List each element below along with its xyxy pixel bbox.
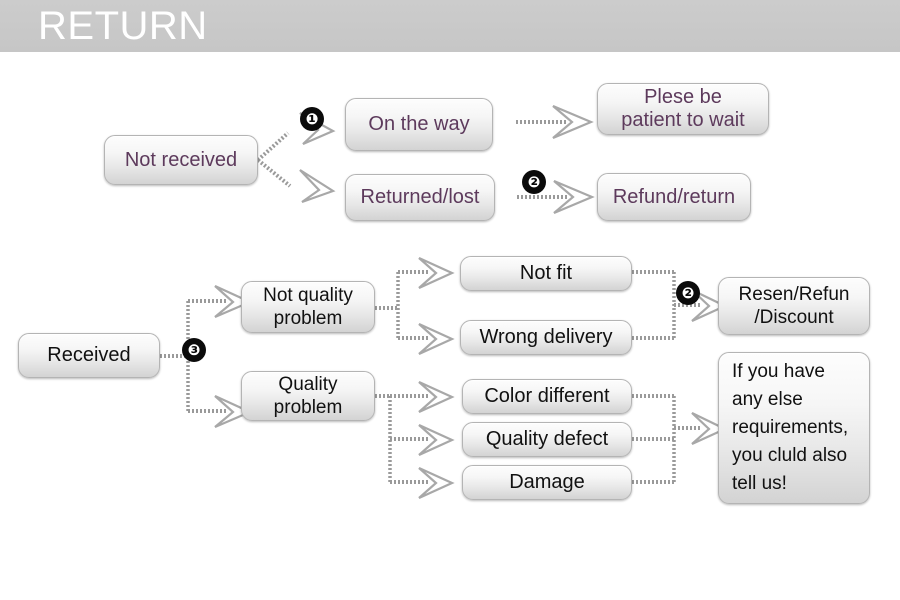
arrowhead-icon: [418, 256, 455, 290]
node-returned-lost[interactable]: Returned/lost: [345, 174, 495, 221]
connector-received-split: [160, 284, 253, 429]
step-badge-1: ❶: [300, 107, 324, 131]
arrowhead-icon: [418, 322, 455, 356]
node-quality-defect[interactable]: Quality defect: [462, 422, 632, 457]
node-refund-return[interactable]: Refund/return: [597, 173, 751, 221]
node-not-received[interactable]: Not received: [104, 135, 258, 185]
node-not-quality-problem[interactable]: Not quality problem: [241, 281, 375, 333]
node-damage[interactable]: Damage: [462, 465, 632, 500]
arrowhead-icon: [418, 380, 455, 414]
arrowhead-icon: [299, 169, 336, 204]
arrowhead-icon: [418, 466, 455, 500]
connector-quality-split: [375, 380, 455, 500]
node-received[interactable]: Received: [18, 333, 160, 378]
step-badge-3: ❸: [182, 338, 206, 362]
node-please-wait[interactable]: Plese be patient to wait: [597, 83, 769, 135]
header-bar: RETURN: [0, 0, 900, 52]
page-title: RETURN: [38, 4, 208, 48]
connector-merge-to-resend: [632, 270, 728, 340]
arrowhead-icon: [552, 104, 594, 140]
node-on-the-way[interactable]: On the way: [345, 98, 493, 151]
node-resend-refund-discount[interactable]: Resen/Refun /Discount: [718, 277, 870, 335]
node-quality-problem[interactable]: Quality problem: [241, 371, 375, 421]
connector-not-received-split: [256, 112, 336, 204]
node-color-different[interactable]: Color different: [462, 379, 632, 414]
connector-ontheway-to-wait: [516, 104, 594, 140]
connector-notquality-split: [375, 256, 455, 356]
return-policy-diagram: RETURN .dln { stroke: #9a9a9a; stroke-wi…: [0, 0, 900, 600]
step-badge-2-bottom: ❷: [676, 281, 700, 305]
node-not-fit[interactable]: Not fit: [460, 256, 632, 291]
node-wrong-delivery[interactable]: Wrong delivery: [460, 320, 632, 355]
step-badge-2-top: ❷: [522, 170, 546, 194]
arrowhead-icon: [553, 179, 595, 215]
node-contact-us[interactable]: If you have any else requirements, you c…: [718, 352, 870, 504]
arrowhead-icon: [418, 423, 455, 457]
connector-merge-to-contact: [632, 394, 728, 484]
